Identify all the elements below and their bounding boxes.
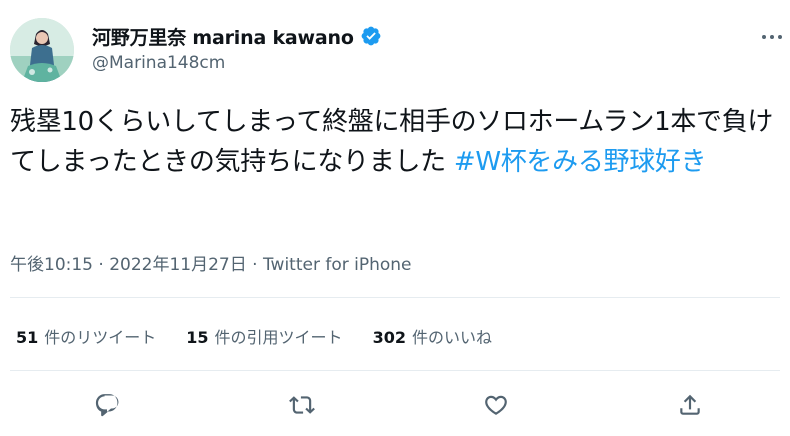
divider — [10, 370, 780, 371]
likes-stat[interactable]: 302 件のいいね — [373, 324, 492, 348]
tweet-time[interactable]: 午後10:15 — [10, 255, 93, 275]
more-options-button[interactable] — [756, 26, 788, 48]
divider — [10, 297, 780, 298]
more-dot-icon — [770, 35, 774, 39]
retweets-label: 件のリツイート — [44, 328, 157, 347]
quotes-stat[interactable]: 15 件の引用ツイート — [186, 324, 342, 348]
profile-photo — [10, 18, 74, 82]
quotes-label: 件の引用ツイート — [214, 328, 343, 347]
meta-separator: · — [246, 255, 263, 275]
share-icon — [680, 394, 700, 415]
author-handle[interactable]: @Marina148cm — [92, 53, 225, 73]
tweet-meta: 午後10:15 · 2022年11月27日 · Twitter for iPho… — [10, 250, 412, 275]
quotes-count: 15 — [186, 328, 209, 347]
avatar[interactable] — [10, 18, 74, 82]
more-dot-icon — [762, 35, 766, 39]
reply-button[interactable] — [90, 388, 124, 422]
like-button[interactable] — [479, 388, 513, 422]
meta-separator: · — [93, 255, 110, 275]
tweet-source[interactable]: Twitter for iPhone — [263, 255, 412, 275]
engagement-stats: 51 件のリツイート 15 件の引用ツイート 302 件のいいね — [16, 324, 522, 348]
heart-icon — [485, 395, 507, 415]
tweet-card: 河野万里奈 marina kawano @Marina148cm 残塁10くらい… — [0, 0, 790, 436]
action-bar — [0, 388, 790, 422]
author-display-name[interactable]: 河野万里奈 marina kawano — [92, 23, 354, 50]
author-name-row[interactable]: 河野万里奈 marina kawano — [92, 22, 382, 50]
verified-badge-icon — [360, 25, 382, 47]
tweet-text: 残塁10くらいしてしまって終盤に相手のソロホームラン1本で負けてしまったときの気… — [10, 102, 782, 182]
retweets-count: 51 — [16, 328, 39, 347]
likes-label: 件のいいね — [411, 328, 492, 347]
retweet-button[interactable] — [285, 388, 319, 422]
hashtag-link[interactable]: #W杯をみる野球好き — [454, 147, 707, 177]
more-dot-icon — [778, 35, 782, 39]
retweets-stat[interactable]: 51 件のリツイート — [16, 324, 156, 348]
tweet-date[interactable]: 2022年11月27日 — [109, 255, 247, 275]
reply-icon — [95, 394, 119, 417]
likes-count: 302 — [372, 328, 406, 347]
retweet-icon — [289, 396, 315, 414]
share-button[interactable] — [673, 388, 707, 422]
